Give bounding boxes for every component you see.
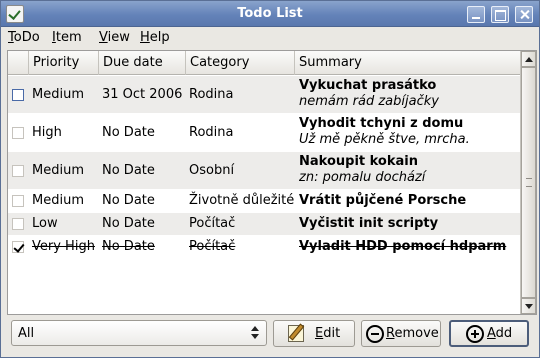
category-cell: Počítač bbox=[189, 239, 236, 254]
priority-cell: High bbox=[32, 125, 62, 140]
scroll-thumb[interactable] bbox=[521, 67, 536, 298]
done-checkbox[interactable] bbox=[12, 89, 24, 101]
category-cell: Rodina bbox=[189, 125, 234, 140]
select-arrows-icon bbox=[251, 325, 260, 341]
priority-cell: Low bbox=[32, 216, 58, 231]
done-checkbox[interactable] bbox=[12, 195, 24, 207]
category-filter-value: All bbox=[18, 326, 35, 341]
summary-cell: Vyladit HDD pomocí hdparm bbox=[299, 239, 507, 254]
remove-button[interactable]: Remove bbox=[361, 320, 441, 347]
column-category[interactable]: Category bbox=[186, 51, 295, 75]
due-date-cell: 31 Oct 2006 bbox=[102, 87, 183, 102]
menu-help-mnemonic: H bbox=[140, 30, 150, 45]
comment-cell: zn: pomalu dochází bbox=[299, 170, 426, 185]
done-checkbox[interactable] bbox=[12, 241, 24, 253]
summary-cell: Vyhodit tchyni z domu bbox=[299, 116, 464, 131]
add-button-label: Add bbox=[487, 326, 513, 341]
done-checkbox[interactable] bbox=[12, 127, 24, 139]
close-button[interactable] bbox=[515, 6, 533, 23]
summary-cell: Nakoupit kokain bbox=[299, 154, 418, 169]
add-icon bbox=[466, 325, 484, 343]
due-date-cell: No Date bbox=[102, 216, 155, 231]
column-summary[interactable]: Summary bbox=[295, 51, 520, 75]
todo-row[interactable]: Medium No Date Životně důležité Vrátit půjč… bbox=[8, 190, 520, 212]
menu-todo-rest: oDo bbox=[13, 30, 40, 45]
add-button[interactable]: Add bbox=[449, 320, 529, 347]
summary-cell: Vrátit půjčené Porsche bbox=[299, 193, 467, 208]
edit-button-label: Edit bbox=[315, 326, 341, 341]
minimize-button[interactable] bbox=[467, 6, 485, 23]
scroll-down-button[interactable] bbox=[521, 298, 536, 314]
todo-window: Todo List ToDo Item View Help Priority D… bbox=[0, 0, 540, 358]
remove-icon bbox=[366, 325, 384, 343]
title-bar[interactable]: Todo List bbox=[1, 1, 539, 27]
todo-row[interactable]: Low No Date Počítač Vyčistit init scripty bbox=[8, 213, 520, 235]
window-title: Todo List bbox=[237, 6, 303, 21]
edit-button[interactable]: Edit bbox=[273, 320, 355, 347]
category-cell: Rodina bbox=[189, 87, 234, 102]
column-due-date[interactable]: Due date bbox=[99, 51, 186, 75]
menu-bar: ToDo Item View Help bbox=[1, 27, 539, 49]
priority-cell: Medium bbox=[32, 163, 84, 178]
done-checkbox[interactable] bbox=[12, 165, 24, 177]
menu-help[interactable]: Help bbox=[140, 30, 170, 45]
todo-row[interactable]: High No Date Rodina Vyhodit tchyni z domu Už… bbox=[8, 114, 520, 151]
due-date-cell: No Date bbox=[102, 193, 155, 208]
column-priority[interactable]: Priority bbox=[29, 51, 99, 75]
category-cell: Osobní bbox=[189, 163, 235, 178]
menu-view[interactable]: View bbox=[99, 30, 130, 45]
summary-cell: Vykuchat prasátko bbox=[299, 78, 437, 93]
todo-list[interactable]: Priority Due date Category Summary Mediu… bbox=[7, 50, 537, 315]
edit-pencil-icon bbox=[288, 325, 304, 342]
due-date-cell: No Date bbox=[102, 239, 155, 254]
todo-row[interactable]: Medium No Date Osobní Nakoupit kokain zn: po… bbox=[8, 152, 520, 189]
due-date-cell: No Date bbox=[102, 125, 155, 140]
todo-row[interactable]: Medium 31 Oct 2006 Rodina Vykuchat prasátko… bbox=[8, 76, 520, 113]
menu-view-mnemonic: V bbox=[99, 30, 108, 45]
column-done[interactable] bbox=[8, 51, 29, 75]
due-date-cell: No Date bbox=[102, 163, 155, 178]
priority-cell: Medium bbox=[32, 193, 84, 208]
category-cell: Životně důležité bbox=[189, 193, 295, 208]
menu-item[interactable]: Item bbox=[52, 30, 82, 45]
category-filter-select[interactable]: All bbox=[11, 320, 267, 346]
category-cell: Počítač bbox=[189, 216, 236, 231]
menu-help-rest: elp bbox=[149, 30, 170, 45]
priority-cell: Very High bbox=[32, 239, 95, 254]
comment-cell: Už mě pěkně štve, mrcha. bbox=[299, 132, 470, 147]
scroll-up-button[interactable] bbox=[521, 51, 536, 67]
priority-cell: Medium bbox=[32, 87, 84, 102]
maximize-button[interactable] bbox=[491, 6, 509, 23]
menu-todo[interactable]: ToDo bbox=[8, 30, 40, 45]
menu-item-rest: tem bbox=[55, 30, 82, 45]
vertical-scrollbar[interactable] bbox=[520, 51, 536, 314]
todo-row[interactable]: Very High No Date Počítač Vyladit HDD pomoc… bbox=[8, 236, 520, 258]
remove-button-label: Remove bbox=[386, 326, 439, 341]
comment-cell: nemám rád zabíjačky bbox=[299, 94, 439, 109]
menu-view-rest: iew bbox=[107, 30, 130, 45]
list-header: Priority Due date Category Summary bbox=[8, 51, 520, 75]
summary-cell: Vyčistit init scripty bbox=[299, 216, 439, 231]
done-checkbox[interactable] bbox=[12, 218, 24, 230]
